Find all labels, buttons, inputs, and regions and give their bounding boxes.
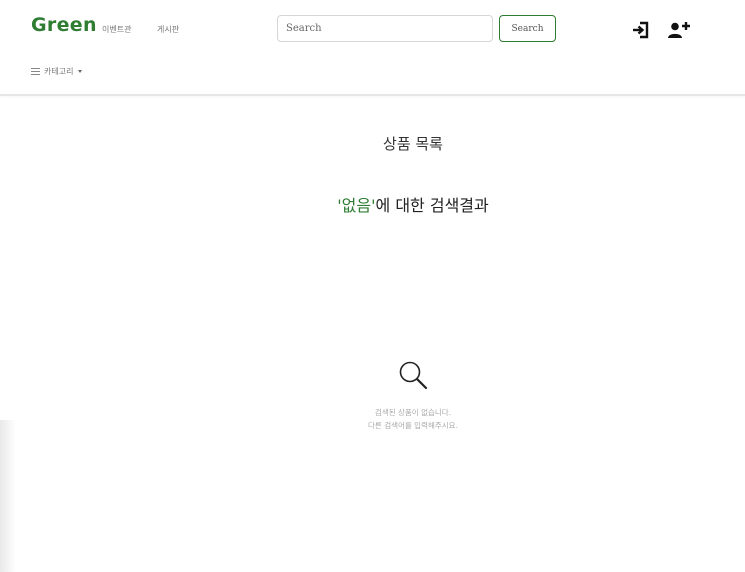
empty-state: 검색된 상품이 없습니다. 다른 검색어를 입력해주시요. [0, 358, 745, 432]
search-input[interactable] [277, 15, 493, 42]
login-icon [633, 21, 649, 39]
nav-link-board[interactable]: 게시판 [157, 24, 179, 35]
signup-button[interactable] [666, 19, 692, 41]
menu-icon [31, 67, 40, 76]
search-icon [399, 361, 428, 390]
edge-shadow [0, 420, 16, 572]
search-keyword: 없음 [341, 196, 372, 215]
page: Green 이벤트관 게시판 Search 카테고리 상품 목록 '없음'에 [0, 0, 745, 572]
empty-message: 검색된 상품이 없습니다. [374, 408, 452, 417]
result-suffix: 에 대한 검색결과 [375, 196, 489, 215]
category-dropdown-toggle[interactable]: 카테고리 [31, 66, 83, 77]
nav-link-events[interactable]: 이벤트관 [102, 24, 131, 35]
category-label: 카테고리 [44, 67, 74, 76]
search-result-heading: '없음'에 대한 검색결과 [0, 192, 745, 216]
empty-hint: 다른 검색어를 입력해주시요. [368, 421, 458, 430]
page-title: 상품 목록 [383, 135, 443, 153]
login-button[interactable] [630, 19, 652, 41]
search-button[interactable]: Search [499, 15, 556, 42]
brand-logo[interactable]: Green [31, 14, 97, 36]
caret-down-icon [78, 70, 83, 73]
add-user-icon [668, 22, 690, 38]
top-navbar: Green 이벤트관 게시판 Search 카테고리 [0, 0, 745, 96]
